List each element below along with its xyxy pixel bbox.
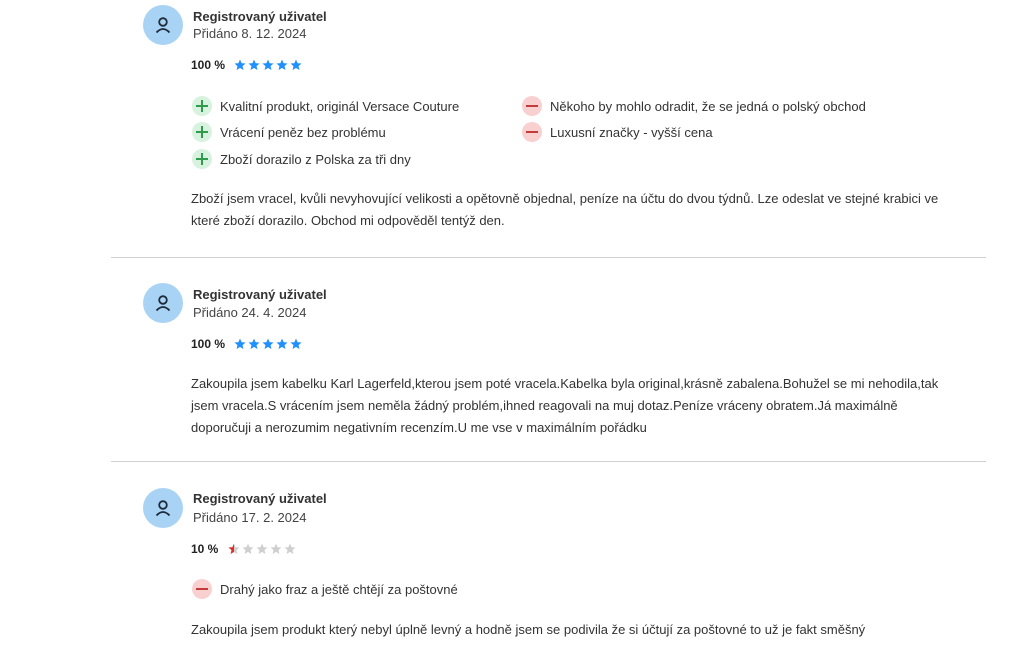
- review-author: Registrovaný uživatel: [193, 9, 327, 24]
- pro-text: Vrácení peněz bez problému: [220, 124, 386, 140]
- review-rating: 100 %: [191, 336, 302, 352]
- user-icon: [155, 295, 171, 312]
- pro-text: Kvalitní produkt, originál Versace Coutu…: [220, 98, 460, 114]
- review-author: Registrovaný uživatel: [193, 491, 327, 506]
- user-icon: [155, 17, 171, 34]
- minus-icon: [522, 96, 542, 116]
- star-icon: [284, 543, 296, 554]
- star-icon: [270, 543, 282, 554]
- minus-icon: [192, 579, 212, 599]
- con-text: Drahý jako fraz a ještě chtějí za poštov…: [220, 581, 458, 597]
- pro-item: Zboží dorazilo z Polska za tři dny: [192, 149, 411, 169]
- star-rating: [234, 338, 302, 350]
- review-author: Registrovaný uživatel: [193, 287, 327, 302]
- plus-icon: [192, 122, 212, 142]
- pro-item: Vrácení peněz bez problému: [192, 122, 386, 142]
- review-date: Přidáno 8. 12. 2024: [193, 26, 307, 41]
- avatar: [143, 488, 183, 528]
- avatar: [143, 5, 183, 45]
- pro-item: Kvalitní produkt, originál Versace Coutu…: [192, 96, 459, 116]
- con-item: Drahý jako fraz a ještě chtějí za poštov…: [192, 579, 458, 599]
- star-rating: [234, 59, 302, 71]
- review-text: Zakoupila jsem kabelku Karl Lagerfeld,kt…: [191, 376, 939, 435]
- plus-icon: [192, 96, 212, 116]
- star-icon: [248, 338, 260, 349]
- star-icon: [262, 338, 274, 349]
- divider: [111, 461, 986, 462]
- star-icon: [248, 59, 260, 70]
- plus-icon: [192, 149, 212, 169]
- rating-percent: 100 %: [191, 337, 226, 351]
- review-date: Přidáno 17. 2. 2024: [193, 510, 307, 525]
- star-rating: [228, 543, 296, 555]
- star-icon: [234, 59, 246, 70]
- star-icon: [242, 543, 254, 554]
- rating-percent: 10 %: [191, 542, 219, 556]
- star-icon: [262, 59, 274, 70]
- review-date: Přidáno 24. 4. 2024: [193, 305, 307, 320]
- star-icon: [228, 543, 240, 554]
- star-icon: [256, 543, 268, 554]
- con-item: Luxusní značky - vyšší cena: [522, 122, 713, 142]
- review-text: Zakoupila jsem produkt který nebyl úplně…: [191, 622, 866, 637]
- rating-percent: 100 %: [191, 58, 226, 72]
- star-icon: [276, 59, 288, 70]
- minus-icon: [522, 122, 542, 142]
- pro-text: Zboží dorazilo z Polska za tři dny: [220, 151, 411, 167]
- review-rating: 100 %: [191, 57, 302, 73]
- con-item: Někoho by mohlo odradit, že se jedná o p…: [522, 96, 866, 116]
- review-rating: 10 %: [191, 541, 296, 557]
- star-icon: [290, 338, 302, 349]
- star-icon: [276, 338, 288, 349]
- review-text: Zboží jsem vracel, kvůli nevyhovující ve…: [191, 191, 939, 228]
- star-icon: [234, 338, 246, 349]
- divider: [111, 257, 986, 258]
- user-icon: [155, 500, 171, 517]
- con-text: Luxusní značky - vyšší cena: [550, 124, 713, 140]
- con-text: Někoho by mohlo odradit, že se jedná o p…: [550, 98, 866, 114]
- star-icon: [290, 59, 302, 70]
- avatar: [143, 283, 183, 323]
